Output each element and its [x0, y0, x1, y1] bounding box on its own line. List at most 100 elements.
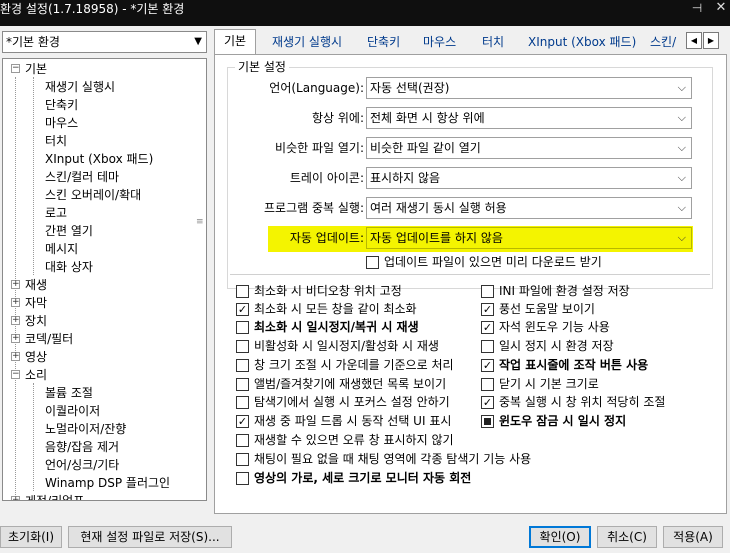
- tree-item-label: 재생: [25, 278, 48, 292]
- auto-update-label: 자동 업데이트:: [289, 231, 364, 245]
- checkbox-label: 재생 중 파일 드롭 시 동작 선택 UI 표시: [254, 414, 452, 428]
- checkmark-icon[interactable]: ✓: [481, 359, 494, 372]
- checkbox-box[interactable]: [236, 453, 249, 466]
- tree-item-label: 대화 상자: [45, 260, 93, 274]
- chevron-down-icon: ⌵: [677, 111, 686, 124]
- tree-item-label: 마우스: [45, 116, 79, 130]
- checkmark-icon[interactable]: ✓: [481, 321, 494, 334]
- auto-update-select[interactable]: 자동 업데이트를 하지 않음 ⌵: [366, 227, 692, 249]
- checkbox-box[interactable]: [236, 434, 249, 447]
- checkbox-box[interactable]: [236, 396, 249, 409]
- tree-guide-line: [33, 77, 34, 275]
- tree-item-label: 간편 열기: [45, 224, 93, 238]
- chevron-down-icon: ⌵: [677, 81, 686, 94]
- language-select[interactable]: 자동 선택(권장) ⌵: [366, 77, 692, 99]
- checkbox-box[interactable]: [236, 285, 249, 298]
- expand-icon[interactable]: +: [11, 280, 20, 289]
- tab-player-startup[interactable]: 재생기 실행시: [264, 31, 350, 53]
- multi-instance-label: 프로그램 중복 실행:: [264, 201, 364, 215]
- tree-item-label: 로고: [45, 206, 68, 220]
- profile-select-value: *기본 환경: [6, 35, 60, 49]
- expand-icon[interactable]: +: [11, 298, 20, 307]
- checkbox-box[interactable]: [236, 378, 249, 391]
- checkbox-label: 영상의 가로, 세로 크기로 모니터 자동 회전: [254, 471, 472, 485]
- chevron-down-icon: ⌵: [677, 231, 686, 244]
- tray-icon-select-value: 표시하지 않음: [370, 171, 441, 185]
- similar-files-select[interactable]: 비슷한 파일 같이 열기 ⌵: [366, 137, 692, 159]
- checkbox-label: 윈도우 잠금 시 일시 정지: [499, 414, 627, 428]
- tree-item-label: 자막: [25, 296, 48, 310]
- checkbox-label: 비활성화 시 일시정지/활성화 시 재생: [254, 339, 439, 353]
- checkbox-box[interactable]: [481, 378, 494, 391]
- tab-scroll-right-icon[interactable]: ▶: [703, 32, 719, 49]
- checkbox-label: 일시 정지 시 환경 저장: [499, 339, 614, 353]
- language-label: 언어(Language):: [269, 81, 364, 95]
- chevron-down-icon: ⌵: [677, 171, 686, 184]
- multi-instance-select-value: 여러 재생기 동시 실행 허용: [370, 201, 507, 215]
- collapse-icon[interactable]: −: [11, 64, 20, 73]
- indeterminate-checkbox-icon[interactable]: [481, 415, 494, 428]
- tab-basic[interactable]: 기본: [214, 29, 257, 54]
- tree-item-label: Winamp DSP 플러그인: [45, 476, 171, 490]
- checkbox-box[interactable]: [236, 359, 249, 372]
- checkbox-label: 작업 표시줄에 조작 버튼 사용: [499, 358, 649, 372]
- expand-icon[interactable]: +: [11, 352, 20, 361]
- checkbox-box[interactable]: [366, 256, 379, 269]
- checkbox-label: 최소화 시 모든 창을 같이 최소화: [254, 302, 417, 316]
- profile-select[interactable]: *기본 환경 ▼: [2, 31, 207, 53]
- tab-touch[interactable]: 터치: [474, 31, 512, 53]
- tree-item-label: 언어/싱크/기타: [45, 458, 120, 472]
- cancel-button[interactable]: 취소(C): [597, 526, 657, 548]
- checkmark-icon[interactable]: ✓: [236, 415, 249, 428]
- tab-shortcuts[interactable]: 단축키: [359, 31, 408, 53]
- checkmark-icon[interactable]: ✓: [481, 396, 494, 409]
- checkmark-icon[interactable]: ✓: [236, 303, 249, 316]
- reset-button[interactable]: 초기화(I): [0, 526, 62, 548]
- tree-item-label: 볼륨 조절: [45, 386, 93, 400]
- pin-icon[interactable]: ⊣: [690, 0, 704, 16]
- collapse-icon[interactable]: −: [11, 370, 20, 379]
- tab-mouse[interactable]: 마우스: [415, 31, 464, 53]
- ok-button[interactable]: 확인(O): [529, 526, 591, 548]
- similar-files-label: 비슷한 파일 열기:: [275, 141, 364, 155]
- close-icon[interactable]: ✕: [712, 0, 730, 16]
- tree-item-label: 코덱/필터: [25, 332, 74, 346]
- divider: [230, 274, 710, 275]
- checkbox-label: 창 크기 조절 시 가운데를 기준으로 처리: [254, 358, 454, 372]
- tab-skin[interactable]: 스킨/: [642, 31, 684, 53]
- settings-tree[interactable]: − 기본 재생기 실행시 단축키 마우스 터치 XInput (Xbox 패드) …: [2, 58, 207, 501]
- group-title: 기본 설정: [235, 60, 289, 74]
- tree-item-label: 터치: [45, 134, 68, 148]
- tab-scroll-left-icon[interactable]: ◀: [686, 32, 702, 49]
- multi-instance-select[interactable]: 여러 재생기 동시 실행 허용 ⌵: [366, 197, 692, 219]
- tree-item-label: 이퀄라이저: [45, 404, 101, 418]
- auto-update-select-value: 자동 업데이트를 하지 않음: [370, 231, 503, 245]
- checkmark-icon[interactable]: ✓: [481, 303, 494, 316]
- always-on-top-select[interactable]: 전체 화면 시 항상 위에 ⌵: [366, 107, 692, 129]
- tree-item-label: 장치: [25, 314, 48, 328]
- tab-xinput[interactable]: XInput (Xbox 패드): [520, 31, 644, 53]
- language-select-value: 자동 선택(권장): [370, 81, 450, 95]
- tree-guide-line: [33, 383, 34, 491]
- tree-item-label: 게정/리얼프: [25, 494, 85, 501]
- scroll-grip-icon[interactable]: ≡: [196, 217, 204, 227]
- checkbox-box[interactable]: [481, 340, 494, 353]
- checkbox-box[interactable]: [236, 472, 249, 485]
- checkbox-box[interactable]: [236, 321, 249, 334]
- checkbox-label: 최소화 시 일시정지/복귀 시 재생: [254, 320, 419, 334]
- title-bar: 환경 설정(1.7.18958) - *기본 환경 ⊣ ✕: [0, 0, 730, 26]
- save-current-file-button[interactable]: 현재 설정 파일로 저장(S)...: [68, 526, 232, 548]
- checkbox-box[interactable]: [236, 340, 249, 353]
- tree-item-label: 음향/잡음 제거: [45, 440, 120, 454]
- tree-item-label: 재생기 실행시: [45, 80, 116, 94]
- expand-icon[interactable]: +: [11, 334, 20, 343]
- apply-button[interactable]: 적용(A): [663, 526, 723, 548]
- expand-icon[interactable]: +: [11, 496, 20, 500]
- tray-icon-select[interactable]: 표시하지 않음 ⌵: [366, 167, 692, 189]
- similar-files-select-value: 비슷한 파일 같이 열기: [370, 141, 481, 155]
- expand-icon[interactable]: +: [11, 316, 20, 325]
- checkbox-label: 업데이트 파일이 있으면 미리 다운로드 받기: [384, 255, 602, 269]
- tree-item-label: 영상: [25, 350, 48, 364]
- checkbox-label: 재생할 수 있으면 오류 창 표시하지 않기: [254, 433, 454, 447]
- checkbox-box[interactable]: [481, 285, 494, 298]
